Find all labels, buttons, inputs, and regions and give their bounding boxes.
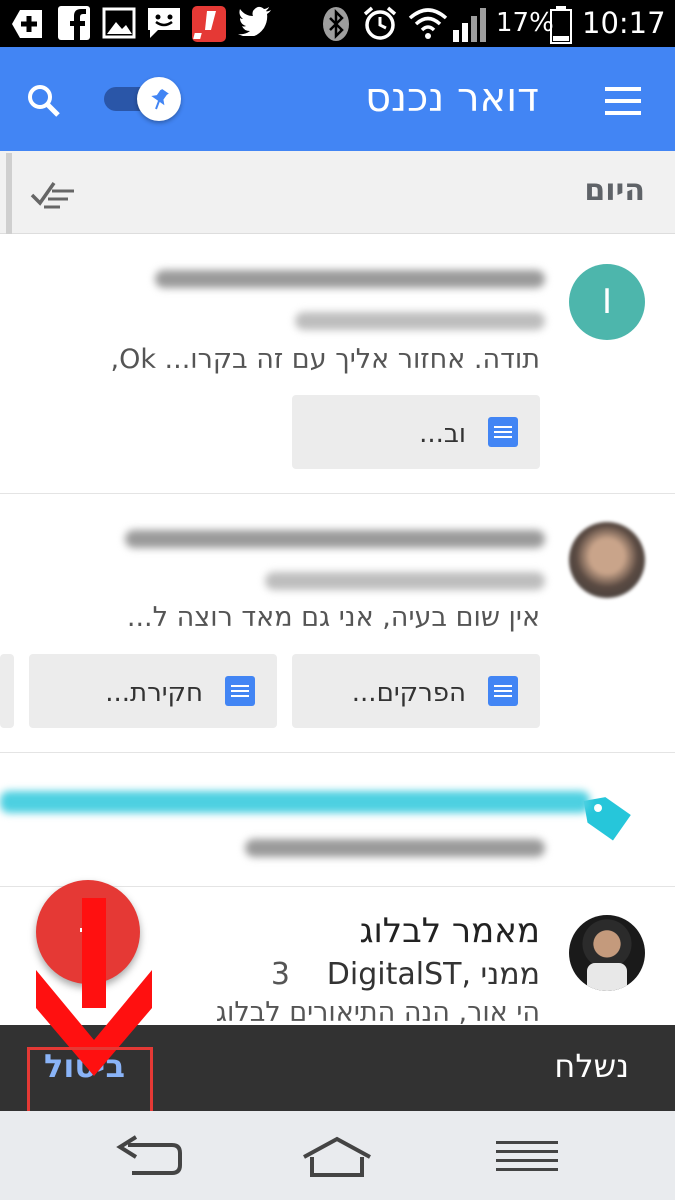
attachment-chip[interactable]: וב... (292, 395, 540, 469)
tag-icon (583, 797, 631, 841)
hamburger-menu-icon[interactable] (605, 87, 641, 115)
blurred-sender (295, 312, 545, 330)
alert-app-icon (192, 6, 226, 42)
thread-count: 3 (270, 957, 290, 992)
pin-icon (151, 89, 169, 110)
section-header: היום (0, 151, 675, 234)
sweep-done-icon[interactable] (30, 179, 76, 209)
plus-badge-icon (12, 10, 42, 38)
battery-icon (550, 6, 572, 44)
blurred-sender (245, 839, 545, 857)
pin-toggle[interactable] (104, 77, 181, 121)
email-list-item[interactable]: אין שום בעיה, אני גם מאד רוצה ל... הפרקי… (0, 494, 675, 753)
email-snippet: הי אור, הנה התיאורים לבלוג (215, 997, 540, 1028)
navigation-bar (0, 1111, 675, 1200)
document-icon (488, 417, 518, 447)
home-icon[interactable] (300, 1135, 374, 1179)
email-snippet: תודה. אחזור אליך עם זה בקרו... Ok, (110, 344, 540, 375)
gallery-icon (102, 7, 136, 39)
email-sender: ממני ,DigitalST (326, 957, 540, 992)
facebook-icon (58, 6, 90, 40)
alarm-icon (363, 6, 397, 40)
email-list-item[interactable]: I תודה. אחזור אליך עם זה בקרו... Ok, וב.… (0, 234, 675, 494)
avatar: I (569, 264, 645, 340)
attachment-chip[interactable]: חקירת... (29, 654, 277, 728)
blurred-subject (0, 791, 590, 813)
wifi-icon (408, 8, 448, 39)
avatar (569, 522, 645, 598)
snackbar-message: נשלח (554, 1047, 629, 1085)
search-icon[interactable] (26, 83, 62, 119)
attachment-name: הפרקים... (351, 678, 466, 708)
blurred-subject (125, 530, 545, 548)
attachment-name: חקירת... (105, 678, 203, 708)
attachment-chip-partial[interactable] (0, 654, 14, 728)
clock: 10:17 (582, 6, 666, 40)
battery-percent: 17% (496, 8, 554, 38)
back-icon[interactable] (114, 1135, 184, 1179)
email-list-item[interactable] (0, 753, 675, 887)
email-subject: מאמר לבלוג (359, 911, 541, 951)
menu-icon[interactable] (496, 1139, 558, 1173)
attachment-name: וב... (419, 419, 466, 449)
email-snippet: אין שום בעיה, אני גם מאד רוצה ל... (126, 602, 540, 633)
status-bar: 17% 10:17 (0, 0, 675, 47)
avatar (569, 915, 645, 991)
bluetooth-icon (323, 7, 349, 41)
avatar-letter: I (601, 282, 613, 322)
app-bar: דואר נכנס (0, 47, 675, 151)
signal-icon (453, 8, 486, 42)
document-icon (225, 676, 255, 706)
blurred-sender (265, 572, 545, 590)
twitter-icon (238, 6, 271, 36)
document-icon (488, 676, 518, 706)
section-label-today: היום (584, 173, 645, 208)
blurred-subject (155, 270, 545, 288)
toggle-thumb (137, 77, 181, 121)
annotation-highlight-box (27, 1047, 153, 1119)
page-title: דואר נכנס (365, 75, 539, 121)
attachment-chip[interactable]: הפרקים... (292, 654, 540, 728)
messages-icon (148, 8, 180, 38)
